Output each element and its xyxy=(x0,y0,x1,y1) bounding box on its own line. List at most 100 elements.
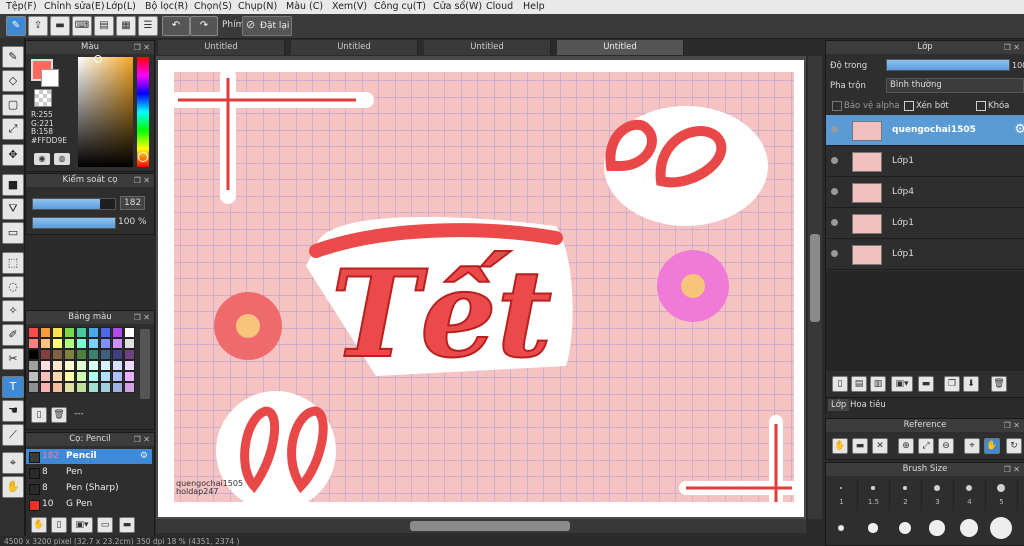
palette-swatch[interactable] xyxy=(76,327,87,338)
rect-select-tool-icon[interactable]: ▢ xyxy=(2,94,24,116)
palette-swatch[interactable] xyxy=(52,382,63,393)
add-brush-icon[interactable]: ✋ xyxy=(31,517,47,533)
menu-window[interactable]: Cửa sổ(W) xyxy=(433,0,482,13)
layer-options-icon[interactable]: ▣▾ xyxy=(891,376,913,392)
palette-swatch[interactable] xyxy=(112,327,123,338)
brush-size-dot-large[interactable] xyxy=(959,518,979,538)
color-wheel-icon[interactable]: ◉ xyxy=(34,153,50,165)
palette-swatch[interactable] xyxy=(88,327,99,338)
palette-swatch[interactable] xyxy=(52,327,63,338)
delete-palette-icon[interactable]: 🗑 xyxy=(51,407,67,423)
layer-folder-icon[interactable]: ▬ xyxy=(918,376,934,392)
menu-view[interactable]: Xem(V) xyxy=(332,0,367,13)
palette-swatch[interactable] xyxy=(112,360,123,371)
palette-swatch[interactable] xyxy=(52,360,63,371)
brush-item[interactable]: 182 Pencil ⚙ xyxy=(26,449,152,464)
undo-icon[interactable]: ↶ xyxy=(162,16,190,36)
layer-row[interactable]: Lớp1 xyxy=(826,146,1024,177)
merge-layer-icon[interactable]: ⬇ xyxy=(963,376,979,392)
palette-swatch[interactable] xyxy=(64,349,75,360)
palette-swatch[interactable] xyxy=(64,371,75,382)
keyboard-icon[interactable]: ⌨ xyxy=(72,16,92,36)
palette-swatch[interactable] xyxy=(124,338,135,349)
menu-cloud[interactable]: Cloud xyxy=(486,0,513,13)
visibility-icon[interactable] xyxy=(831,188,838,195)
brush-opacity-slider[interactable] xyxy=(32,217,116,229)
select-pen-tool-icon[interactable]: ✐ xyxy=(2,324,24,346)
blend-mode-select[interactable]: Bình thường xyxy=(886,78,1024,93)
brush-size-dot-large[interactable] xyxy=(990,517,1012,539)
menu-select[interactable]: Chọn(S) xyxy=(194,0,232,13)
visibility-icon[interactable] xyxy=(831,219,838,226)
layer-row[interactable]: quengochai1505 ⚙ xyxy=(826,115,1024,146)
menu-layer[interactable]: Lớp(L) xyxy=(106,0,136,13)
palette-swatch[interactable] xyxy=(64,338,75,349)
new-halftone-layer-icon[interactable]: ▤ xyxy=(851,376,867,392)
palette-swatch[interactable] xyxy=(40,360,51,371)
reference-eyedropper-icon[interactable]: ⌖ xyxy=(964,438,980,454)
palette-swatch[interactable] xyxy=(40,327,51,338)
export-icon[interactable]: ⇪ xyxy=(28,16,48,36)
tab-untitled-1[interactable]: Untitled xyxy=(158,40,285,55)
text-tool-icon[interactable]: T xyxy=(2,376,24,398)
eraser-tool-icon[interactable]: ◇ xyxy=(2,70,24,92)
zoom-in-icon[interactable]: ⊕ xyxy=(898,438,914,454)
palette-swatch[interactable] xyxy=(88,349,99,360)
brush-mode-icon[interactable]: ✎ xyxy=(6,16,26,36)
palette-swatch[interactable] xyxy=(124,360,135,371)
palette-swatch[interactable] xyxy=(112,382,123,393)
hand-tool-icon[interactable]: ✋ xyxy=(2,476,24,498)
tab-untitled-2[interactable]: Untitled xyxy=(291,40,418,55)
grid-icon[interactable]: ▦ xyxy=(116,16,136,36)
ruler-tool-icon[interactable]: ⟋ xyxy=(2,424,24,446)
layer-row[interactable]: Lớp4 xyxy=(826,177,1024,208)
palette-swatch[interactable] xyxy=(112,349,123,360)
background-color[interactable] xyxy=(41,69,59,87)
brush-size-cell[interactable]: 1.5 xyxy=(858,478,890,510)
tab-untitled-4[interactable]: Untitled xyxy=(557,40,684,55)
vertical-scrollbar-thumb[interactable] xyxy=(810,234,820,322)
eyedropper-tool-icon[interactable]: ⌖ xyxy=(2,452,24,474)
color-mix-icon[interactable]: ◍ xyxy=(54,153,70,165)
redo-icon[interactable]: ↷ xyxy=(190,16,218,36)
palette-swatch[interactable] xyxy=(100,371,111,382)
transparent-color[interactable] xyxy=(34,89,52,107)
menu-filter[interactable]: Bộ lọc(R) xyxy=(145,0,188,13)
select-eraser-tool-icon[interactable]: ✂ xyxy=(2,348,24,370)
palette-swatch[interactable] xyxy=(112,338,123,349)
palette-swatch[interactable] xyxy=(88,360,99,371)
fill-rect-tool-icon[interactable]: ■ xyxy=(2,174,24,196)
zoom-out-icon[interactable]: ⊖ xyxy=(938,438,954,454)
menu-help[interactable]: Help xyxy=(523,0,545,13)
panel-menu-icon[interactable]: ❐ ✕ xyxy=(134,41,150,54)
palette-swatch[interactable] xyxy=(64,382,75,393)
palette-swatch[interactable] xyxy=(112,371,123,382)
panel-menu-icon[interactable]: ❐ ✕ xyxy=(1004,41,1020,54)
menu-file[interactable]: Tệp(F) xyxy=(6,0,37,13)
brush-size-cell[interactable]: 1 xyxy=(826,478,858,510)
brush-folder-icon[interactable]: ▬ xyxy=(119,517,135,533)
gradient-tool-icon[interactable]: ▭ xyxy=(2,222,24,244)
palette-swatch[interactable] xyxy=(28,371,39,382)
clip-checkbox[interactable] xyxy=(904,101,914,111)
document-icon[interactable]: ▤ xyxy=(94,16,114,36)
object-tool-icon[interactable]: ☚ xyxy=(2,400,24,422)
horizontal-scrollbar-track[interactable] xyxy=(156,519,806,533)
horizontal-scrollbar-thumb[interactable] xyxy=(410,521,570,531)
palette-swatch[interactable] xyxy=(52,371,63,382)
palette-swatch[interactable] xyxy=(64,327,75,338)
lasso-tool-icon[interactable]: ◌ xyxy=(2,276,24,298)
panel-menu-icon[interactable]: ❐ ✕ xyxy=(134,174,150,187)
palette-swatch[interactable] xyxy=(52,349,63,360)
reference-rotate-icon[interactable]: ↻ xyxy=(1006,438,1022,454)
palette-swatch[interactable] xyxy=(28,382,39,393)
vertical-scrollbar-track[interactable] xyxy=(808,56,822,519)
palette-swatch[interactable] xyxy=(124,327,135,338)
palette-swatch[interactable] xyxy=(40,338,51,349)
lock-checkbox[interactable] xyxy=(976,101,986,111)
palette-swatch[interactable] xyxy=(88,382,99,393)
palette-swatch[interactable] xyxy=(28,349,39,360)
reference-add-icon[interactable]: ✋ xyxy=(832,438,848,454)
protect-alpha-checkbox[interactable] xyxy=(832,101,842,111)
brush-size-dot-large[interactable] xyxy=(898,521,912,535)
